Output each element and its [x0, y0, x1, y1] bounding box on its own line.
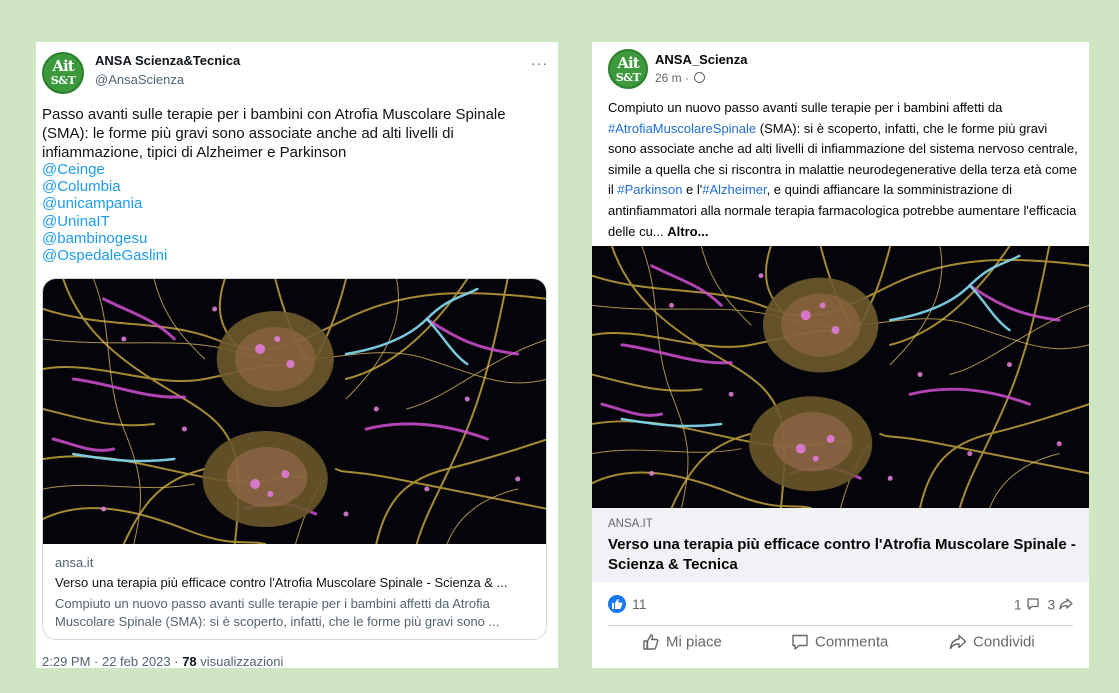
share-label: Condividi	[973, 633, 1035, 651]
see-more-link[interactable]: Altro...	[667, 224, 708, 239]
comment-button[interactable]: Commenta	[791, 633, 888, 651]
mention-link[interactable]: @bambinogesu	[42, 230, 167, 247]
mention-link[interactable]: @Ceinge	[42, 161, 167, 178]
post-time: 26 m ·	[655, 71, 706, 85]
tweet-text: Passo avanti sulle terapie per i bambini…	[42, 106, 506, 161]
post-text-part: Compiuto un nuovo passo avanti sulle ter…	[608, 100, 1003, 115]
mention-link[interactable]: @OspedaleGaslini	[42, 247, 167, 264]
link-card-title: Verso una terapia più efficace contro l'…	[55, 575, 508, 590]
comments-count[interactable]: 1	[1014, 596, 1022, 612]
share-button[interactable]: Condividi	[949, 633, 1035, 651]
views-count: 78	[182, 654, 197, 668]
like-button[interactable]: Mi piace	[642, 633, 722, 651]
share-count-icon	[1059, 598, 1073, 610]
reactions-count: 11	[632, 596, 647, 612]
link-card-description: Compiuto un nuovo passo avanti sulle ter…	[55, 596, 500, 629]
like-reaction-icon	[608, 595, 626, 613]
twitter-avatar-top: Ait	[52, 57, 74, 75]
neuron-image[interactable]	[592, 246, 1089, 508]
mention-link[interactable]: @unicampania	[42, 195, 167, 212]
link-preview-domain: ANSA.IT	[608, 518, 653, 530]
post-time-label[interactable]: 26 m ·	[655, 71, 689, 85]
tweet-timestamp[interactable]: 2:29 PM · 22 feb 2023 ·	[42, 654, 182, 668]
thumbs-up-icon	[643, 634, 659, 650]
facebook-avatar-top: Ait	[617, 54, 639, 72]
twitter-display-name[interactable]: ANSA Scienza&Tecnica	[95, 53, 240, 68]
tweet-meta: 2:29 PM · 22 feb 2023 · 78 visualizzazio…	[42, 654, 283, 668]
globe-icon	[694, 72, 706, 83]
link-card-domain: ansa.it	[55, 555, 94, 570]
mention-link[interactable]: @Columbia	[42, 178, 167, 195]
comment-icon	[792, 634, 808, 650]
facebook-avatar[interactable]: Ait S&T	[608, 49, 648, 89]
tweet-link-card[interactable]: ansa.it Verso una terapia più efficace c…	[42, 278, 547, 640]
tweet-header: Ait S&T ANSA Scienza&Tecnica @AnsaScienz…	[42, 51, 552, 95]
actions-divider	[608, 625, 1073, 626]
neuron-image[interactable]	[43, 279, 547, 544]
twitter-avatar[interactable]: Ait S&T	[42, 52, 84, 94]
post-text-part: e l'	[682, 182, 703, 198]
facebook-post: Ait S&T ANSA_Scienza 26 m · Compiuto un …	[592, 42, 1089, 668]
more-options-icon[interactable]: ···	[531, 55, 548, 71]
twitter-post: Ait S&T ANSA Scienza&Tecnica @AnsaScienz…	[36, 42, 558, 668]
views-label: visualizzazioni	[196, 654, 284, 668]
facebook-post-text: Compiuto un nuovo passo avanti sulle ter…	[608, 98, 1078, 242]
link-preview-title: Verso una terapia più efficace contro l'…	[608, 536, 1076, 573]
shares-count[interactable]: 3	[1047, 596, 1055, 612]
facebook-page-name[interactable]: ANSA_Scienza	[655, 52, 747, 67]
facebook-avatar-bottom: S&T	[615, 71, 641, 84]
post-actions-bar: Mi piace Commenta Condividi	[592, 633, 1089, 657]
twitter-avatar-bottom: S&T	[50, 74, 76, 87]
hashtag-link[interactable]: #Alzheimer	[702, 182, 766, 197]
twitter-handle[interactable]: @AnsaScienza	[95, 72, 184, 87]
mention-link[interactable]: @UninaIT	[42, 213, 167, 230]
share-icon	[949, 634, 967, 650]
tweet-mentions: @Ceinge @Columbia @unicampania @UninaIT …	[42, 161, 167, 264]
like-label: Mi piace	[666, 633, 722, 651]
comment-count-icon	[1026, 598, 1039, 610]
facebook-link-preview[interactable]: ANSA.IT Verso una terapia più efficace c…	[592, 508, 1089, 582]
comment-label: Commenta	[815, 633, 889, 651]
hashtag-link[interactable]: #AtrofiaMuscolareSpinale	[608, 121, 756, 136]
engagement-stats: 1 3	[1014, 595, 1073, 612]
hashtag-link[interactable]: #Parkinson	[617, 182, 682, 197]
